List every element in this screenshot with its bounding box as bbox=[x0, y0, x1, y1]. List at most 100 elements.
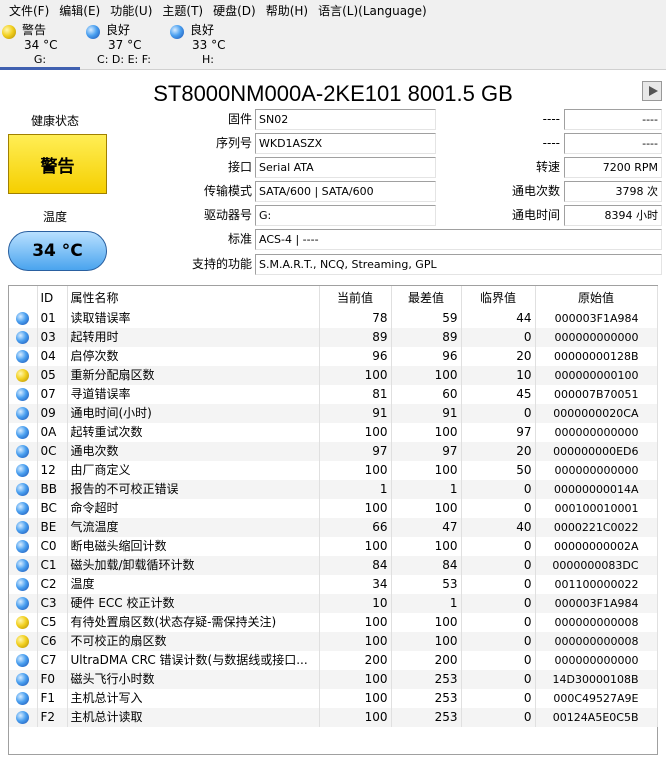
raw-column-header[interactable]: 原始值 bbox=[535, 286, 658, 309]
status-cell bbox=[9, 594, 38, 613]
status-cell bbox=[9, 385, 38, 404]
table-row[interactable]: C6 不可校正的扇区数 100 100 0 000000000008 bbox=[9, 632, 658, 651]
disk-tab-2[interactable]: 良好 37 °C C: D: E: F: bbox=[84, 22, 164, 70]
attribute-status-icon bbox=[16, 578, 30, 591]
menu-function[interactable]: 功能(U) bbox=[105, 0, 157, 22]
status-cell bbox=[9, 499, 38, 518]
raw-value-cell: 000000000000 bbox=[535, 423, 658, 442]
name-cell: 寻道错误率 bbox=[67, 385, 320, 404]
firmware-value: SN02 bbox=[255, 109, 436, 130]
table-row[interactable]: 05 重新分配扇区数 100 100 10 000000000100 bbox=[9, 366, 658, 385]
raw-value-cell: 0000221C0022 bbox=[535, 518, 658, 537]
table-row[interactable]: 0C 通电次数 97 97 20 000000000ED6 bbox=[9, 442, 658, 461]
threshold-value-cell: 0 bbox=[461, 556, 536, 575]
id-cell: C5 bbox=[37, 613, 68, 632]
threshold-value-cell: 10 bbox=[461, 366, 536, 385]
menu-disk[interactable]: 硬盘(D) bbox=[208, 0, 261, 22]
table-row[interactable]: 12 由厂商定义 100 100 50 000000000000 bbox=[9, 461, 658, 480]
id-cell: 09 bbox=[37, 404, 68, 423]
disk-temp: 37 °C bbox=[108, 38, 142, 52]
current-value-cell: 84 bbox=[319, 556, 392, 575]
worst-column-header[interactable]: 最差值 bbox=[391, 286, 462, 309]
table-row[interactable]: F0 磁头飞行小时数 100 253 0 14D30000108B bbox=[9, 670, 658, 689]
worst-value-cell: 1 bbox=[391, 480, 462, 499]
worst-value-cell: 100 bbox=[391, 632, 462, 651]
disk-drives: H: bbox=[202, 53, 214, 66]
table-row[interactable]: C3 硬件 ECC 校正计数 10 1 0 000003F1A984 bbox=[9, 594, 658, 613]
raw-value-cell: 000003F1A984 bbox=[535, 309, 658, 328]
disk-tab-1[interactable]: 警告 34 °C G: bbox=[0, 22, 80, 70]
threshold-value-cell: 40 bbox=[461, 518, 536, 537]
table-row[interactable]: F2 主机总计读取 100 253 0 00124A5E0C5B bbox=[9, 708, 658, 727]
id-cell: C3 bbox=[37, 594, 68, 613]
firmware-label: 固件 bbox=[227, 112, 252, 126]
table-row[interactable]: 03 起转用时 89 89 0 000000000000 bbox=[9, 328, 658, 347]
status-column-header[interactable] bbox=[9, 286, 38, 309]
threshold-value-cell: 0 bbox=[461, 575, 536, 594]
temperature-button[interactable]: 34 °C bbox=[8, 231, 107, 271]
worst-value-cell: 100 bbox=[391, 461, 462, 480]
threshold-value-cell: 45 bbox=[461, 385, 536, 404]
transfer-mode-value: SATA/600 | SATA/600 bbox=[255, 181, 436, 202]
health-status-icon bbox=[170, 25, 184, 39]
threshold-column-header[interactable]: 临界值 bbox=[461, 286, 536, 309]
unknown-value-2: ---- bbox=[564, 133, 662, 154]
threshold-value-cell: 0 bbox=[461, 594, 536, 613]
transfer-mode-label: 传输模式 bbox=[203, 184, 252, 198]
status-cell bbox=[9, 366, 38, 385]
table-row[interactable]: C5 有待处置扇区数(状态存疑-需保持关注) 100 100 0 000000000008 bbox=[9, 613, 658, 632]
attribute-status-icon bbox=[16, 464, 30, 477]
smart-attributes-table[interactable]: ID 属性名称 当前值 最差值 临界值 原始值 01 读取错误率 78 59 44 000… bbox=[8, 285, 658, 755]
disk-temp: 33 °C bbox=[192, 38, 226, 52]
name-cell: 有待处置扇区数(状态存疑-需保持关注) bbox=[67, 613, 320, 632]
menu-help[interactable]: 帮助(H) bbox=[261, 0, 313, 22]
standard-value: ACS-4 | ---- bbox=[255, 229, 662, 250]
menu-theme[interactable]: 主题(T) bbox=[157, 0, 208, 22]
id-cell: F1 bbox=[37, 689, 68, 708]
table-row[interactable]: C2 温度 34 53 0 001100000022 bbox=[9, 575, 658, 594]
threshold-value-cell: 0 bbox=[461, 404, 536, 423]
current-value-cell: 10 bbox=[319, 594, 392, 613]
id-cell: 0A bbox=[37, 423, 68, 442]
worst-value-cell: 53 bbox=[391, 575, 462, 594]
table-row[interactable]: C7 UltraDMA CRC 错误计数(与数据线或接口... 200 200 0 000… bbox=[9, 651, 658, 670]
name-cell: 主机总计写入 bbox=[67, 689, 320, 708]
name-column-header[interactable]: 属性名称 bbox=[67, 286, 320, 309]
worst-value-cell: 200 bbox=[391, 651, 462, 670]
raw-value-cell: 00000000128B bbox=[535, 347, 658, 366]
table-row[interactable]: 07 寻道错误率 81 60 45 000007B70051 bbox=[9, 385, 658, 404]
disk-tab-3[interactable]: 良好 33 °C H: bbox=[168, 22, 248, 70]
disk-status: 良好 bbox=[190, 23, 215, 37]
attribute-status-icon bbox=[16, 673, 30, 686]
table-row[interactable]: C1 磁头加载/卸载循环计数 84 84 0 0000000083DC bbox=[9, 556, 658, 575]
table-row[interactable]: 01 读取错误率 78 59 44 000003F1A984 bbox=[9, 309, 658, 328]
table-row[interactable]: 04 启停次数 96 96 20 00000000128B bbox=[9, 347, 658, 366]
current-column-header[interactable]: 当前值 bbox=[319, 286, 392, 309]
menu-edit[interactable]: 编辑(E) bbox=[54, 0, 105, 22]
menu-file[interactable]: 文件(F) bbox=[4, 0, 54, 22]
table-row[interactable]: C0 断电磁头缩回计数 100 100 0 00000000002A bbox=[9, 537, 658, 556]
current-value-cell: 100 bbox=[319, 537, 392, 556]
menu-language[interactable]: 语言(L)(Language) bbox=[313, 0, 432, 22]
table-row[interactable]: F1 主机总计写入 100 253 0 000C49527A9E bbox=[9, 689, 658, 708]
unknown-label-1: ---- bbox=[542, 112, 560, 126]
attribute-status-icon bbox=[16, 369, 30, 382]
status-cell bbox=[9, 689, 38, 708]
raw-value-cell: 000000000000 bbox=[535, 461, 658, 480]
health-status-button[interactable]: 警告 bbox=[8, 134, 107, 194]
raw-value-cell: 000000000ED6 bbox=[535, 442, 658, 461]
table-row[interactable]: 0A 起转重试次数 100 100 97 000000000000 bbox=[9, 423, 658, 442]
name-cell: 命令超时 bbox=[67, 499, 320, 518]
name-cell: 磁头飞行小时数 bbox=[67, 670, 320, 689]
next-disk-icon[interactable] bbox=[642, 81, 662, 101]
table-row[interactable]: BC 命令超时 100 100 0 000100010001 bbox=[9, 499, 658, 518]
table-row[interactable]: BB 报告的不可校正错误 1 1 0 00000000014A bbox=[9, 480, 658, 499]
table-row[interactable]: 09 通电时间(小时) 91 91 0 0000000020CA bbox=[9, 404, 658, 423]
status-cell bbox=[9, 461, 38, 480]
threshold-value-cell: 50 bbox=[461, 461, 536, 480]
id-cell: BC bbox=[37, 499, 68, 518]
raw-value-cell: 000000000008 bbox=[535, 613, 658, 632]
table-row[interactable]: BE 气流温度 66 47 40 0000221C0022 bbox=[9, 518, 658, 537]
id-column-header[interactable]: ID bbox=[37, 286, 68, 309]
raw-value-cell: 0000000083DC bbox=[535, 556, 658, 575]
